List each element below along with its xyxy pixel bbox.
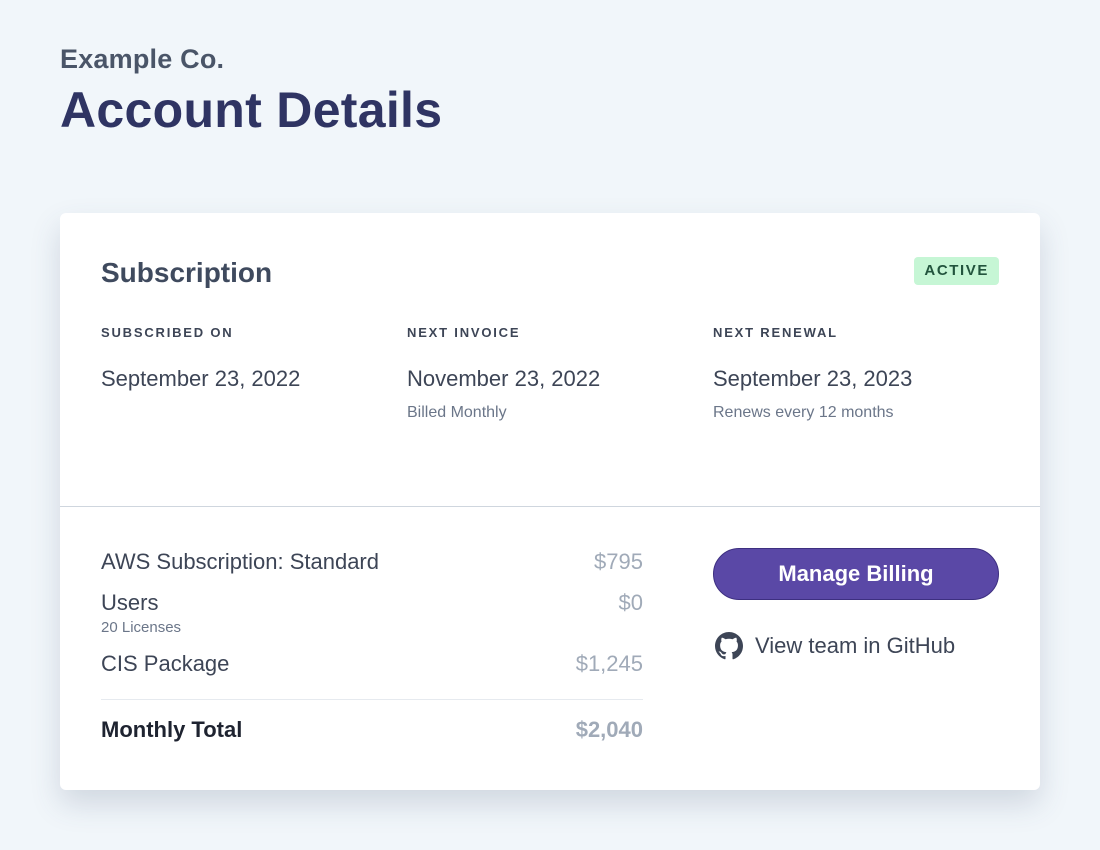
- company-name: Example Co.: [60, 44, 225, 74]
- next-invoice-label: NEXT INVOICE: [407, 325, 521, 340]
- line-item: Users 20 Licenses $0: [101, 590, 643, 651]
- next-invoice-value: November 23, 2022: [407, 366, 601, 391]
- line-item-price: $0: [618, 590, 643, 615]
- github-link-label: View team in GitHub: [755, 633, 956, 658]
- line-item: CIS Package $1,245: [101, 651, 643, 692]
- page-header: Example Co. Account Details: [60, 44, 442, 139]
- manage-billing-button[interactable]: Manage Billing: [713, 548, 999, 600]
- status-badge: ACTIVE: [914, 257, 999, 285]
- subscribed-on-column: SUBSCRIBED ON September 23, 2022: [101, 325, 391, 392]
- subscription-card: Subscription ACTIVE SUBSCRIBED ON Septem…: [60, 213, 1040, 790]
- subscribed-on-label: SUBSCRIBED ON: [101, 325, 234, 340]
- line-item-price: $795: [594, 549, 643, 574]
- line-item-label: Users: [101, 590, 159, 615]
- view-team-github-link[interactable]: View team in GitHub: [715, 631, 955, 661]
- monthly-total-value: $2,040: [575, 717, 643, 742]
- next-renewal-value: September 23, 2023: [713, 366, 913, 391]
- next-invoice-column: NEXT INVOICE November 23, 2022 Billed Mo…: [407, 325, 697, 422]
- line-item-price: $1,245: [575, 651, 643, 676]
- line-item-label: CIS Package: [101, 651, 230, 676]
- line-item-label: AWS Subscription: Standard: [101, 549, 379, 574]
- line-item-sublabel: 20 Licenses: [101, 619, 182, 636]
- next-renewal-label: NEXT RENEWAL: [713, 325, 838, 340]
- monthly-total-label: Monthly Total: [101, 717, 243, 742]
- next-renewal-column: NEXT RENEWAL September 23, 2023 Renews e…: [713, 325, 1003, 422]
- line-items: AWS Subscription: Standard $795 Users 20…: [101, 549, 643, 760]
- subscribed-on-value: September 23, 2022: [101, 366, 301, 391]
- renewal-frequency: Renews every 12 months: [713, 404, 894, 421]
- line-item: AWS Subscription: Standard $795: [101, 549, 643, 590]
- page-title: Account Details: [60, 82, 443, 138]
- github-icon: [715, 632, 743, 660]
- billing-section: AWS Subscription: Standard $795 Users 20…: [60, 507, 1040, 789]
- monthly-total-row: Monthly Total $2,040: [101, 700, 643, 760]
- subscription-summary: Subscription ACTIVE SUBSCRIBED ON Septem…: [60, 213, 1040, 507]
- subscription-title: Subscription: [101, 257, 273, 288]
- billing-frequency: Billed Monthly: [407, 404, 507, 421]
